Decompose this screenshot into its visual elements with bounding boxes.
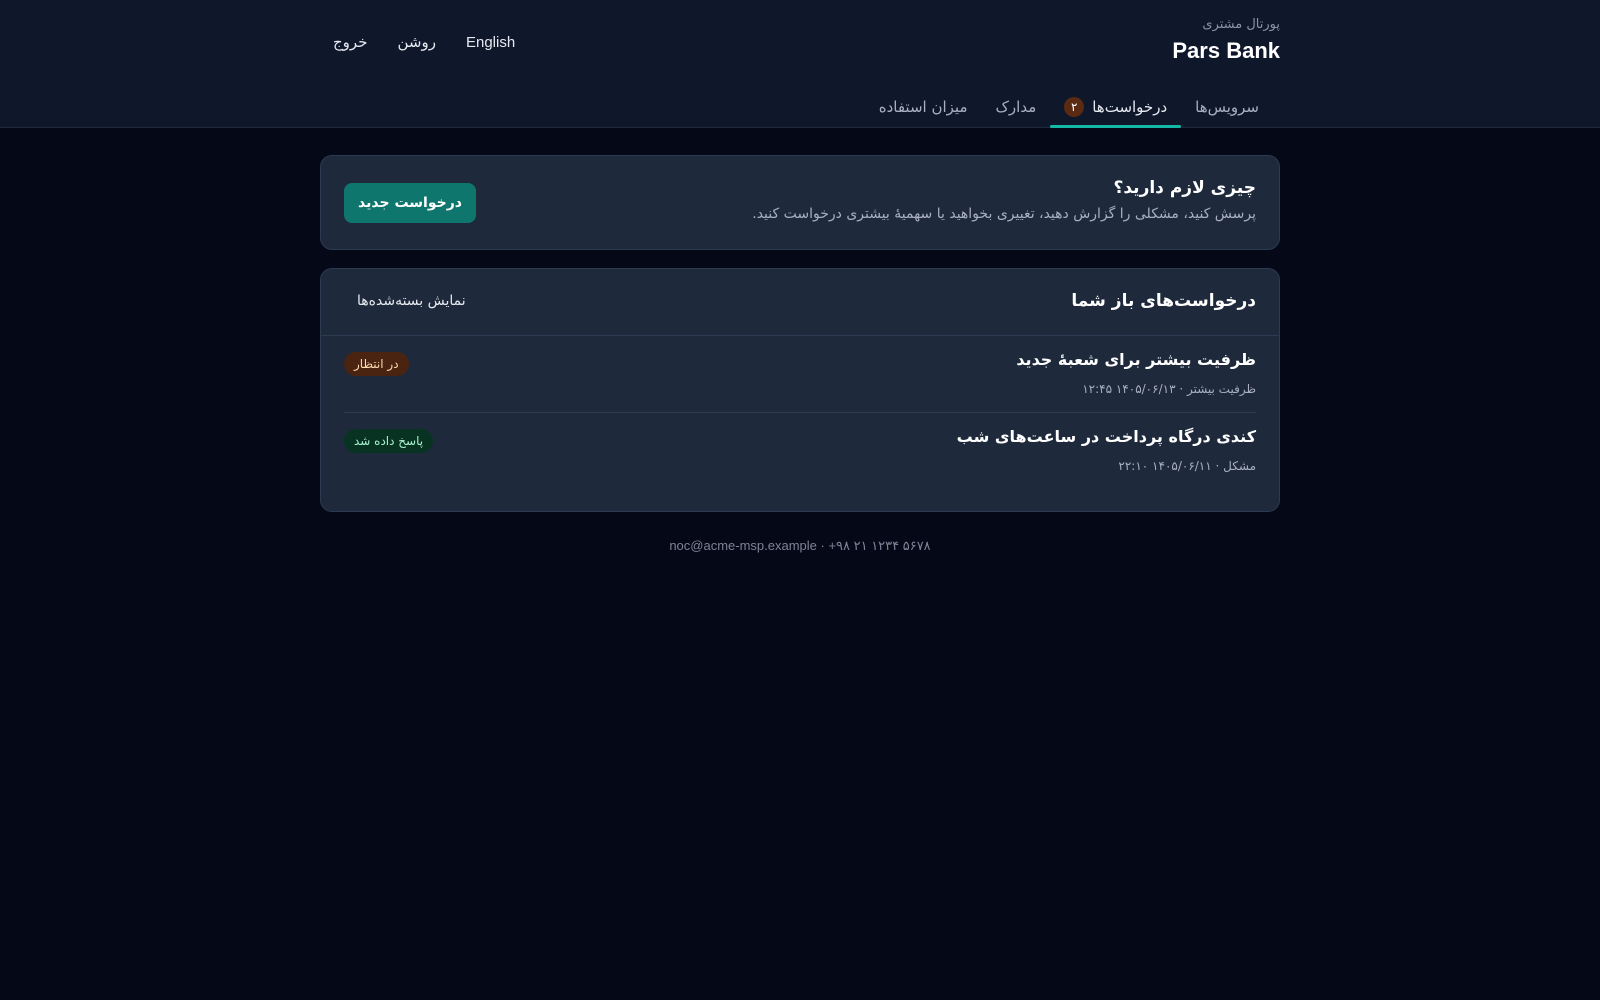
request-row[interactable]: ظرفیت بیشتر برای شعبهٔ جدید ظرفیت بیشتر … [344, 336, 1256, 413]
open-requests-title: درخواست‌های باز شما [1071, 291, 1256, 311]
brand-name: Pars Bank [1172, 38, 1280, 63]
show-closed-toggle[interactable]: نمایش بسته‌شده‌ها [357, 293, 466, 309]
header-actions: English روشن خروج [333, 30, 515, 54]
top-bar: پورتال مشتری Pars Bank English روشن خروج… [0, 0, 1600, 128]
open-requests-header: درخواست‌های باز شما نمایش بسته‌شده‌ها [321, 269, 1279, 336]
cta-title: چیزی لازم دارید؟ [1113, 178, 1257, 198]
tab-label: میزان استفاده [878, 98, 968, 116]
request-meta: ظرفیت بیشتر · ۱۴۰۵/۰۶/۱۳ ۱۲:۴۵ [1082, 382, 1256, 396]
tab-label: درخواست‌ها [1092, 98, 1168, 116]
status-badge: پاسخ داده شد [344, 429, 434, 453]
footer-contact: noc@acme-msp.example · +۹۸ ۲۱ ۱۲۳۴ ۵۶۷۸ [669, 538, 931, 553]
nav-tabs: سرویس‌ها درخواست‌ها ۲ مدارک میزان استفاد… [865, 86, 1273, 128]
request-title: کندی درگاه پرداخت در ساعت‌های شب [956, 427, 1256, 446]
request-title: ظرفیت بیشتر برای شعبهٔ جدید [1016, 350, 1256, 369]
request-meta: مشکل · ۱۴۰۵/۰۶/۱۱ ۲۲:۱۰ [1118, 459, 1256, 473]
tab-services[interactable]: سرویس‌ها [1181, 86, 1273, 128]
tab-label: سرویس‌ها [1195, 98, 1259, 116]
portal-subtitle: پورتال مشتری [1202, 17, 1280, 32]
theme-toggle[interactable]: روشن [397, 33, 435, 51]
request-row[interactable]: کندی درگاه پرداخت در ساعت‌های شب مشکل · … [344, 413, 1256, 490]
new-request-card: چیزی لازم دارید؟ پرسش کنید، مشکلی را گزا… [320, 155, 1280, 250]
logout-button[interactable]: خروج [333, 33, 367, 51]
status-badge: در انتظار [344, 352, 409, 376]
new-request-button[interactable]: درخواست جدید [344, 183, 476, 223]
cta-description: پرسش کنید، مشکلی را گزارش دهید، تغییری ب… [752, 206, 1256, 222]
language-toggle[interactable]: English [466, 34, 515, 51]
tab-requests[interactable]: درخواست‌ها ۲ [1050, 86, 1182, 128]
tab-label: مدارک [995, 98, 1037, 116]
tab-documents[interactable]: مدارک [981, 86, 1050, 128]
requests-count-badge: ۲ [1064, 97, 1085, 117]
brand: پورتال مشتری Pars Bank [1172, 16, 1280, 66]
open-requests-card: درخواست‌های باز شما نمایش بسته‌شده‌ها ظر… [320, 268, 1280, 512]
tab-usage[interactable]: میزان استفاده [865, 86, 982, 128]
